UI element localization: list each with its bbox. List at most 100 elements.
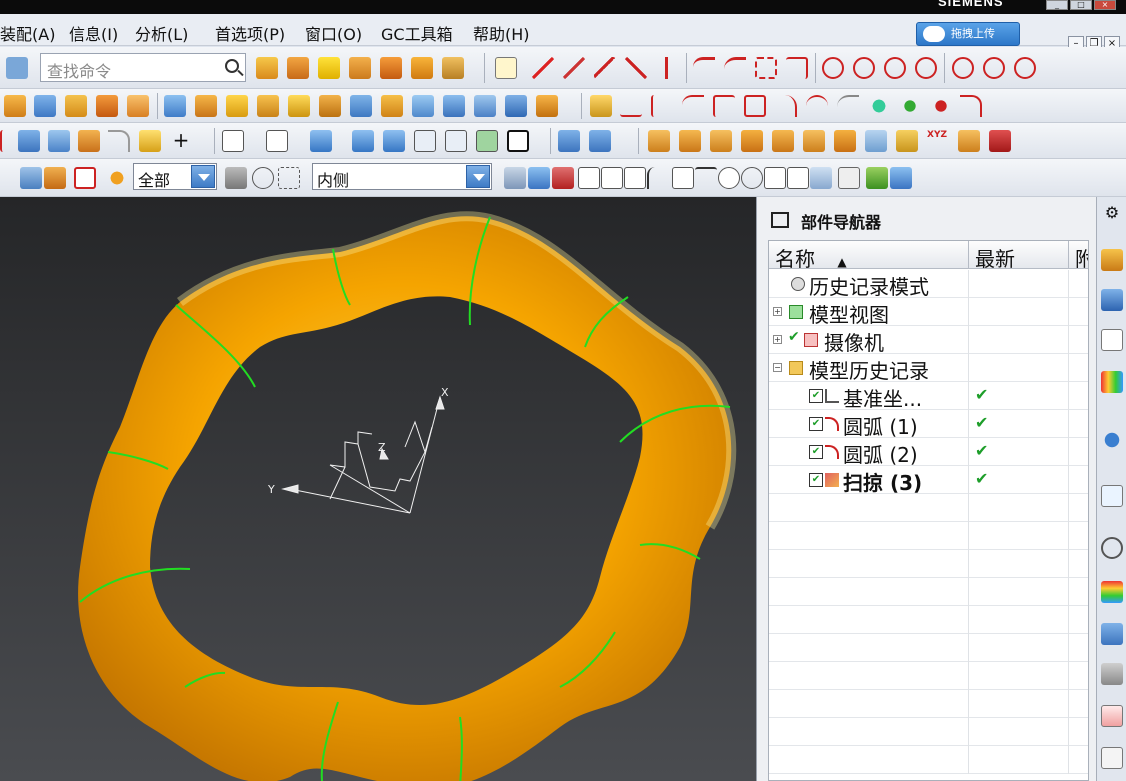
layer-icon-4[interactable]	[741, 130, 763, 152]
xyz-icon[interactable]: XYZ	[927, 130, 949, 152]
scale-icon[interactable]	[48, 130, 70, 152]
block-icon[interactable]	[164, 95, 186, 117]
snap-center-icon[interactable]	[718, 167, 740, 189]
gear-icon[interactable]: ⚙	[1101, 203, 1123, 225]
menu-analysis[interactable]: 分析(L)	[135, 21, 188, 45]
snap-quadrant-icon[interactable]	[741, 167, 763, 189]
feature-icon-2[interactable]	[34, 95, 56, 117]
part-navigator-icon[interactable]	[1101, 329, 1123, 351]
zoom-icon[interactable]	[266, 130, 288, 152]
measure-icon[interactable]	[865, 130, 887, 152]
wcs-icon[interactable]	[896, 130, 918, 152]
parallel-line-icon[interactable]	[594, 57, 616, 79]
key-icon[interactable]	[590, 95, 612, 117]
system-scene-icon[interactable]	[1101, 663, 1123, 685]
arc-end-icon[interactable]	[1014, 57, 1036, 79]
maximize-window-button[interactable]: □	[1070, 0, 1092, 10]
box-select-icon[interactable]	[278, 167, 300, 189]
hole-icon[interactable]	[536, 95, 558, 117]
trim-curve-icon[interactable]	[620, 95, 642, 117]
list-icon[interactable]	[838, 167, 860, 189]
scope-icon[interactable]	[225, 167, 247, 189]
datum-csys[interactable]	[281, 395, 445, 514]
command-finder-icon[interactable]	[6, 57, 28, 79]
delete-point-icon[interactable]	[930, 95, 952, 117]
expand-icon[interactable]: +	[773, 335, 782, 344]
filter-icon[interactable]	[44, 167, 66, 189]
menu-help[interactable]: 帮助(H)	[473, 21, 530, 45]
layer-visible-icon[interactable]	[866, 167, 888, 189]
show-hide-icon[interactable]	[890, 167, 912, 189]
feature-select-icon[interactable]	[252, 167, 274, 189]
minimize-window-button[interactable]: _	[1046, 0, 1068, 10]
surface-icon[interactable]	[318, 57, 340, 79]
tree-row-camera[interactable]: + ✔ 摄像机	[769, 326, 1088, 355]
sweep-ring-body[interactable]	[78, 216, 732, 781]
snap-endpoint-icon[interactable]	[578, 167, 600, 189]
offset-face-icon[interactable]	[139, 130, 161, 152]
body-filter-icon[interactable]	[528, 167, 550, 189]
point-icon[interactable]	[868, 95, 890, 117]
wrap-icon[interactable]	[78, 130, 100, 152]
intersect-curve-icon[interactable]	[806, 95, 828, 117]
cone-icon[interactable]	[226, 95, 248, 117]
visualization-icon[interactable]	[1101, 705, 1123, 727]
project-curve-icon[interactable]	[775, 95, 797, 117]
roles-icon[interactable]	[1101, 623, 1123, 645]
pattern-icon[interactable]	[442, 57, 464, 79]
column-header-third[interactable]: 附	[1069, 241, 1088, 269]
rotate-view-icon[interactable]	[589, 130, 611, 152]
face-filter-icon[interactable]	[552, 167, 574, 189]
line-icon[interactable]	[532, 57, 554, 79]
circle-tangent-icon[interactable]	[884, 57, 906, 79]
menu-assembly[interactable]: 装配(A)	[0, 21, 55, 45]
snap-line-icon[interactable]	[624, 167, 646, 189]
menu-window[interactable]: 窗口(O)	[305, 21, 362, 45]
plus-icon[interactable]: +	[170, 130, 192, 152]
trim-body-icon[interactable]	[381, 95, 403, 117]
snap-existing-icon[interactable]	[764, 167, 786, 189]
tree-row-model-views[interactable]: + 模型视图	[769, 298, 1088, 327]
navigator-tree[interactable]: 名称 ▲ 最新 附 历史记录模式 + 模型视图 + ✔ 摄像机	[768, 240, 1089, 781]
fillet-curve-icon[interactable]	[693, 57, 715, 79]
layer-icon-5[interactable]	[772, 130, 794, 152]
circle-edit-icon[interactable]	[915, 57, 937, 79]
constraint-navigator-icon[interactable]	[1101, 289, 1123, 311]
tree-row-arc-2[interactable]: ✔ 圆弧 (2) ✔	[769, 438, 1088, 467]
curve-icon[interactable]	[287, 57, 309, 79]
menu-info[interactable]: 信息(I)	[69, 21, 118, 45]
select-region-icon[interactable]	[74, 167, 96, 189]
chevron-down-icon[interactable]	[466, 165, 490, 188]
feature-icon-1[interactable]	[4, 95, 26, 117]
navigator-pin-icon[interactable]	[771, 212, 789, 228]
web-browser-icon[interactable]	[1101, 429, 1123, 451]
select-icon[interactable]	[20, 167, 42, 189]
feature-icon-3[interactable]	[65, 95, 87, 117]
circle-3pt-icon[interactable]	[853, 57, 875, 79]
snap-midpoint-icon[interactable]	[601, 167, 623, 189]
object-type-icon[interactable]	[504, 167, 526, 189]
snap-control-icon[interactable]	[672, 167, 694, 189]
layer-icon-6[interactable]	[803, 130, 825, 152]
join-curve-icon[interactable]	[837, 95, 859, 117]
scope-filter-select[interactable]: 内侧	[312, 163, 492, 190]
checkmark-icon[interactable]: ✔	[788, 329, 800, 345]
revolve-icon[interactable]	[380, 57, 402, 79]
extend-curve-icon[interactable]	[651, 95, 673, 117]
document-icon[interactable]	[1101, 747, 1123, 769]
snap-face-icon[interactable]	[810, 167, 832, 189]
corner-curve-icon[interactable]	[713, 95, 735, 117]
circle-icon[interactable]	[822, 57, 844, 79]
arc-center-icon[interactable]	[952, 57, 974, 79]
feature-icon-5[interactable]	[127, 95, 149, 117]
arc-radius-icon[interactable]	[983, 57, 1005, 79]
sphere-icon[interactable]	[257, 95, 279, 117]
layer-icon-7[interactable]	[834, 130, 856, 152]
collapse-icon[interactable]: −	[773, 363, 782, 372]
checkbox-checked-icon[interactable]: ✔	[809, 389, 823, 403]
spline-icon[interactable]	[656, 57, 678, 79]
drag-upload-button[interactable]: 拖拽上传	[916, 22, 1020, 46]
cylinder-icon[interactable]	[195, 95, 217, 117]
menu-preferences[interactable]: 首选项(P)	[215, 21, 285, 45]
wireframe-icon[interactable]	[414, 130, 436, 152]
